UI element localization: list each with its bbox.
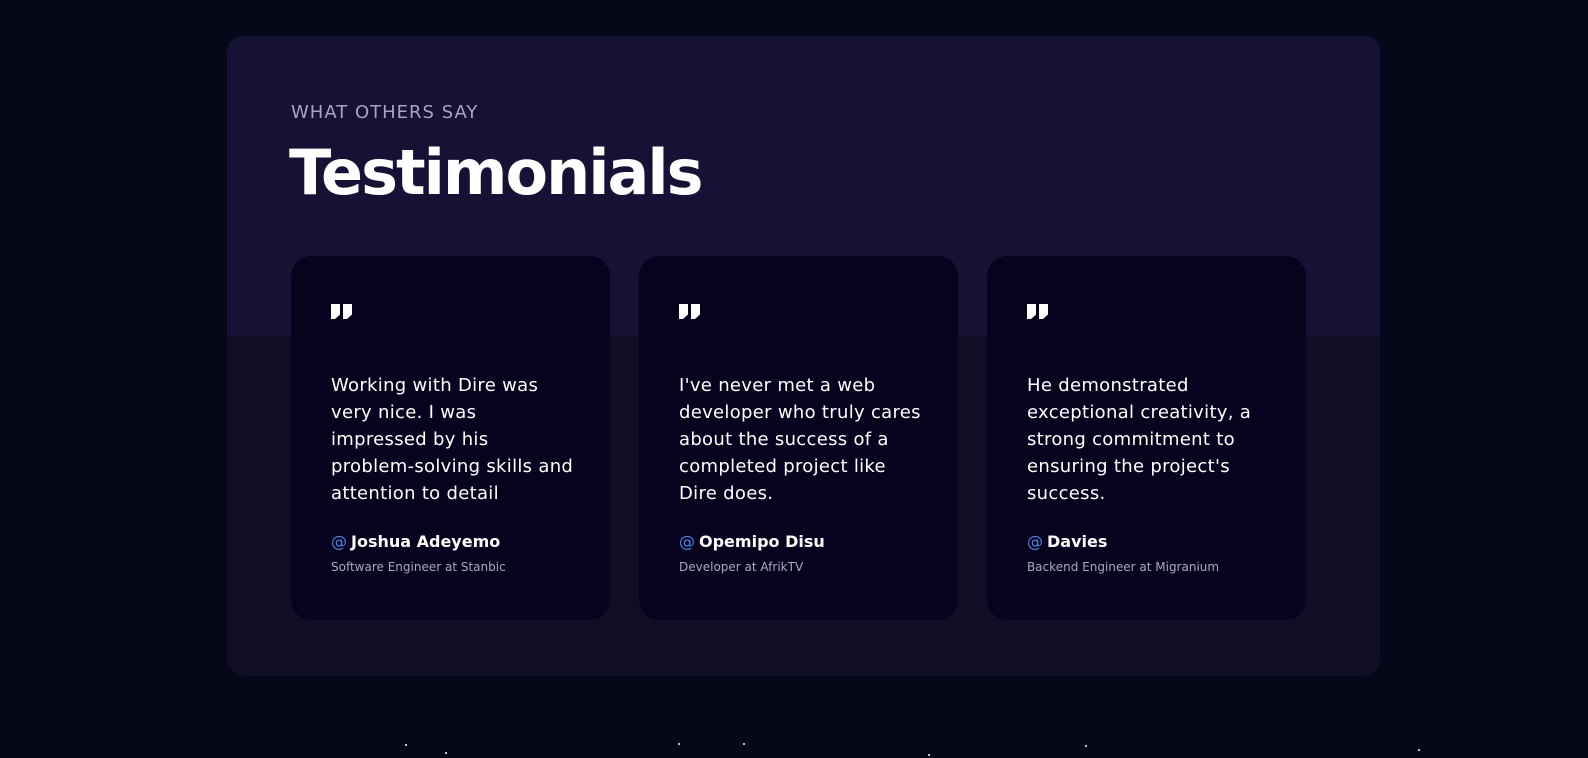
testimonial-quote: Working with Dire was very nice. I was i… [331, 375, 574, 504]
section-subtitle: WHAT OTHERS SAY [291, 102, 479, 123]
star-dot [405, 744, 407, 746]
quote-icon [679, 304, 701, 320]
section-title: Testimonials [289, 136, 703, 209]
testimonial-author: @ Davies [1027, 532, 1107, 551]
author-role: Software Engineer at Stanbic [331, 560, 506, 574]
star-dot [928, 754, 930, 756]
star-dot [743, 743, 745, 745]
star-dot [678, 743, 680, 745]
at-symbol: @ [1027, 532, 1043, 551]
at-symbol: @ [331, 532, 347, 551]
testimonial-quote: He demonstrated exceptional creativity, … [1027, 375, 1252, 504]
testimonial-author: @ Opemipo Disu [679, 532, 825, 551]
testimonial-quote: I've never met a web developer who truly… [679, 375, 921, 504]
author-name: Opemipo Disu [699, 532, 825, 551]
at-symbol: @ [679, 532, 695, 551]
author-role: Developer at AfrikTV [679, 560, 804, 574]
testimonial-card: I've never met a web developer who truly… [639, 256, 958, 620]
testimonial-card: He demonstrated exceptional creativity, … [987, 256, 1306, 620]
author-role: Backend Engineer at Migranium [1027, 560, 1220, 574]
testimonial-author: @ Joshua Adeyemo [331, 532, 500, 551]
star-dot [1085, 745, 1087, 747]
testimonials-section: WHAT OTHERS SAY Testimonials Working wit… [227, 36, 1380, 676]
quote-icon [331, 304, 353, 320]
star-dot [1418, 749, 1420, 751]
testimonial-card: Working with Dire was very nice. I was i… [291, 256, 610, 620]
star-dot [445, 752, 447, 754]
author-name: Davies [1047, 532, 1108, 551]
quote-icon [1027, 304, 1049, 320]
author-name: Joshua Adeyemo [351, 532, 501, 551]
